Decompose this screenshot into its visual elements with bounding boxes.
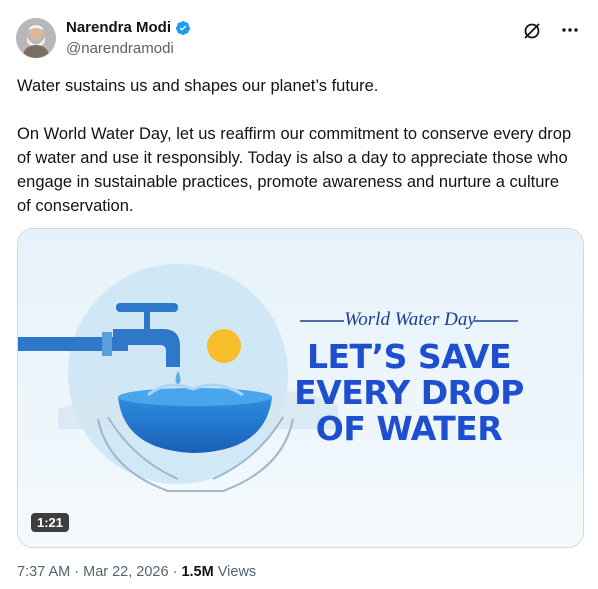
meta-separator: · — [74, 564, 80, 580]
tweet-meta: 7:37 AM · Mar 22, 2026 · 1.5M Views — [17, 564, 256, 580]
tweet-paragraph: Water sustains us and shapes our planet’… — [17, 77, 379, 95]
video-duration: 1:21 — [31, 513, 70, 532]
display-name[interactable]: Narendra Modi — [66, 19, 171, 36]
user-handle[interactable]: @narendramodi — [66, 40, 174, 57]
headline-line: EVERY DROP — [294, 373, 524, 412]
video-subtitle: World Water Day — [344, 309, 476, 330]
meta-separator: · — [172, 564, 178, 580]
views-count: 1.5M — [181, 564, 214, 580]
tweet-text: Water sustains us and shapes our planet’… — [17, 74, 577, 218]
tweet-time[interactable]: 7:37 AM — [17, 564, 70, 580]
video-player[interactable]: World Water Day LET’S SAVE EVERY DROP OF… — [17, 228, 584, 548]
tweet-header: Narendra Modi @narendramodi — [16, 14, 582, 60]
tweet-paragraph: On World Water Day, let us reaffirm our … — [17, 125, 572, 215]
name-row: Narendra Modi — [66, 19, 191, 36]
video-headline: LET’S SAVE EVERY DROP OF WATER — [280, 339, 538, 447]
avatar[interactable] — [16, 18, 56, 58]
tweet-date[interactable]: Mar 22, 2026 — [83, 564, 168, 580]
more-options-icon[interactable] — [560, 20, 580, 40]
headline-line: LET’S SAVE — [306, 337, 512, 376]
views-label: Views — [217, 564, 257, 580]
headline-line: OF WATER — [315, 409, 503, 448]
grok-icon[interactable] — [522, 21, 542, 41]
verified-badge-icon — [175, 20, 191, 36]
